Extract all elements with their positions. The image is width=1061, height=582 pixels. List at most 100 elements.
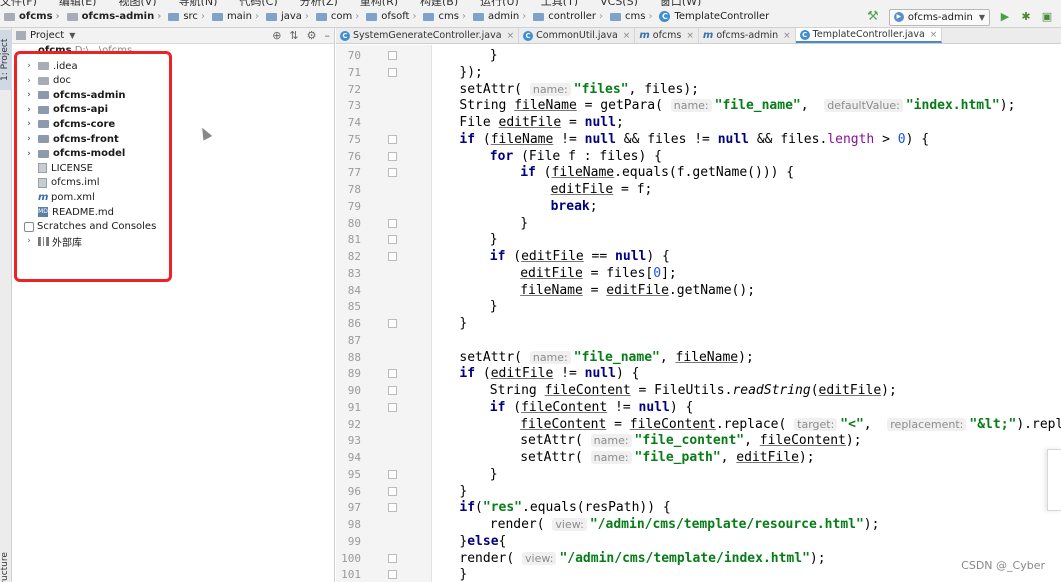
close-icon[interactable]: ×: [623, 31, 631, 41]
tree-item[interactable]: › ofcms-front: [24, 132, 119, 146]
tree-item[interactable]: › ofcms-api: [24, 103, 108, 117]
tree-item[interactable]: m pom.xml: [38, 190, 95, 204]
fold-marker-icon[interactable]: [388, 369, 397, 379]
tree-item[interactable]: › ofcms-core: [24, 117, 115, 131]
gear-icon[interactable]: ⚙: [307, 28, 317, 44]
fold-marker-icon[interactable]: [388, 570, 397, 580]
code-text: ) {: [905, 131, 930, 147]
line-number: 75: [347, 132, 361, 146]
code-text: (File f : files) {: [513, 148, 662, 164]
code-text: .equals(f.getName())) {: [614, 165, 795, 181]
close-icon[interactable]: ×: [686, 31, 694, 41]
code-keyword: if: [459, 131, 476, 147]
code-text: String: [459, 98, 515, 114]
code-text: ;: [589, 198, 598, 214]
tree-item[interactable]: MD README.md: [38, 205, 114, 219]
fold-marker-icon[interactable]: [388, 486, 397, 496]
breadcrumb-item[interactable]: java ›: [264, 6, 314, 28]
toolbar-right: ⚒ ▶ ofcms-admin ▼ ▶ ✱ ▣: [865, 6, 1061, 28]
chevron-right-icon[interactable]: ›: [24, 105, 34, 115]
locate-icon[interactable]: ⊕: [272, 28, 281, 44]
tree-item[interactable]: Scratches and Consoles: [24, 220, 156, 234]
fold-marker-icon[interactable]: [388, 553, 397, 563]
line-number: 92: [347, 417, 361, 431]
chevron-right-icon[interactable]: ›: [24, 90, 34, 100]
code-variable: editFile: [521, 249, 584, 264]
parameter-hint: name:: [590, 451, 632, 464]
tree-item[interactable]: › doc: [24, 74, 71, 88]
code-variable: fileContent: [759, 433, 846, 449]
breadcrumb-item[interactable]: src ›: [166, 6, 210, 28]
tree-item[interactable]: ofcms.iml: [38, 176, 100, 190]
breadcrumb-item[interactable]: controller ›: [531, 6, 608, 28]
hide-icon[interactable]: –: [325, 28, 331, 44]
chevron-right-icon: ›: [157, 11, 162, 22]
chevron-right-icon[interactable]: ›: [24, 119, 34, 129]
chevron-down-icon[interactable]: ▼: [69, 31, 75, 40]
chevron-right-icon[interactable]: ›: [24, 134, 34, 144]
project-root[interactable]: ofcms D:\...\ofcms: [38, 45, 132, 54]
code-line: fileContent = fileContent.replace( targe…: [520, 416, 1061, 433]
editor-tab[interactable]: m ofcms ×: [635, 28, 699, 43]
fold-marker-icon[interactable]: [388, 252, 397, 261]
breadcrumb-item[interactable]: C TemplateController: [657, 6, 771, 28]
structure-tool-tab[interactable]: Z: Structure: [0, 548, 12, 582]
editor-tab[interactable]: C TemplateController.java ×: [795, 28, 943, 43]
close-icon[interactable]: ×: [930, 30, 938, 40]
breadcrumb-item[interactable]: com ›: [314, 6, 364, 28]
build-hammer-icon[interactable]: ⚒: [865, 9, 881, 25]
editor-tab[interactable]: C CommonUtil.java ×: [519, 28, 636, 43]
fold-marker-icon[interactable]: [388, 67, 397, 77]
fold-marker-icon[interactable]: [388, 218, 397, 228]
fold-marker-icon[interactable]: [388, 503, 397, 513]
project-tool-tab[interactable]: 1: Project: [0, 30, 12, 90]
breadcrumb-item[interactable]: cms ›: [608, 6, 657, 28]
breadcrumb-item[interactable]: admin ›: [471, 6, 531, 28]
code-editor[interactable]: }}); setAttr( name: "files", files); String…: [433, 45, 1061, 582]
tree-item[interactable]: › ofcms-admin: [24, 88, 125, 102]
fold-marker-icon[interactable]: [388, 168, 397, 178]
code-variable: editFile: [550, 182, 614, 197]
line-number: 83: [347, 266, 361, 280]
fold-marker-icon[interactable]: [388, 386, 397, 395]
close-icon[interactable]: ×: [783, 31, 791, 41]
chevron-right-icon[interactable]: ›: [24, 149, 34, 159]
code-text: (: [505, 249, 522, 264]
breadcrumb-item[interactable]: ofcms-admin ›: [65, 6, 167, 28]
tree-item-label: pom.xml: [51, 191, 95, 203]
close-icon[interactable]: ×: [507, 31, 515, 41]
fold-marker-icon[interactable]: [388, 134, 397, 144]
fold-marker-icon[interactable]: [388, 319, 397, 328]
fold-marker-icon[interactable]: [388, 402, 397, 412]
project-icon: [16, 31, 26, 40]
code-line: }: [459, 483, 467, 500]
tree-item[interactable]: › ofcms-model: [24, 147, 125, 161]
fold-marker-icon[interactable]: [388, 235, 397, 245]
breadcrumb-item[interactable]: main ›: [210, 6, 264, 28]
editor-tab[interactable]: C SystemGenerateController.java ×: [336, 28, 520, 43]
breadcrumb-item[interactable]: ofsoft ›: [364, 6, 421, 28]
run-config-select[interactable]: ▶ ofcms-admin ▼: [888, 8, 990, 26]
code-string: "file_content": [634, 433, 745, 449]
tree-item[interactable]: LICENSE: [38, 161, 93, 175]
breadcrumb-item[interactable]: cms ›: [421, 6, 470, 28]
chevron-right-icon[interactable]: ›: [24, 61, 34, 71]
code-text: }: [459, 483, 468, 499]
coverage-icon[interactable]: ▣: [1040, 10, 1054, 24]
project-panel-header[interactable]: Project ▼ ⊕ ⇅ ⚙ –: [12, 28, 334, 44]
chevron-right-icon[interactable]: ›: [24, 236, 34, 246]
editor-tab[interactable]: m ofcms-admin ×: [699, 28, 796, 43]
chevron-right-icon[interactable]: ›: [24, 76, 34, 86]
tree-item[interactable]: › .idea: [24, 59, 77, 73]
collapse-all-icon[interactable]: ⇅: [289, 28, 298, 44]
code-text: setAttr(: [459, 81, 530, 97]
tree-item[interactable]: › 外部库: [24, 234, 82, 249]
fold-marker-icon[interactable]: [388, 469, 397, 479]
line-number: 77: [347, 166, 361, 180]
fold-marker-icon[interactable]: [388, 151, 397, 161]
run-icon[interactable]: ▶: [998, 10, 1012, 24]
debug-icon[interactable]: ✱: [1019, 10, 1033, 24]
folder-icon: [38, 76, 49, 85]
fold-marker-icon[interactable]: [388, 51, 397, 60]
breadcrumb-item[interactable]: ofcms ›: [2, 6, 65, 28]
